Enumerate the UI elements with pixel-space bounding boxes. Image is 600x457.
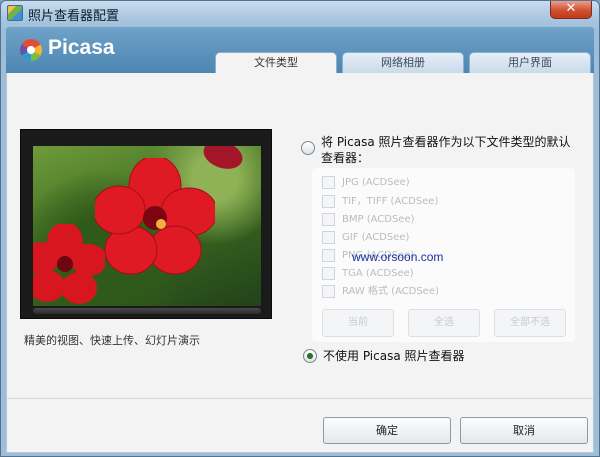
filetype-label: BMP (ACDSee) [342,214,415,225]
cancel-button[interactable]: 取消 [460,417,588,444]
tab-user-interface[interactable]: 用户界面 [469,52,591,73]
use-picasa-label: 将 Picasa 照片查看器作为以下文件类型的默认查看器： [321,135,571,165]
ok-button[interactable]: 确定 [323,417,451,444]
filetype-label: JPG (ACDSee) [342,177,410,188]
filetype-checkbox[interactable] [322,213,335,226]
select-all-button[interactable]: 全选 [408,309,480,337]
watermark-text: www.orsoon.com [352,250,444,264]
use-picasa-radio[interactable] [301,141,315,155]
window-title: 照片查看器配置 [28,9,120,24]
no-picasa-radio[interactable] [303,349,317,363]
filetype-checkbox[interactable] [322,285,335,298]
select-none-button[interactable]: 全部不选 [494,309,566,337]
filetype-label: TGA (ACDSee) [342,268,414,279]
brand-name: Picasa [48,36,115,59]
filetype-checkbox[interactable] [322,267,335,280]
preview-photo-flower [33,146,261,306]
filetype-checkbox[interactable] [322,176,335,189]
tab-label: 文件类型 [254,56,298,69]
filetype-checkbox[interactable] [322,249,335,262]
dialog-window: 照片查看器配置 ✕ Picasa 文件类型 网络相册 用户界面 精美的视图、快速… [0,0,600,457]
hibiscus-flower-graphic [95,158,215,275]
preview-image-frame [20,129,272,319]
no-picasa-label: 不使用 Picasa 照片查看器 [323,349,465,363]
title-bar[interactable]: 照片查看器配置 ✕ [1,1,599,25]
hibiscus-flower-graphic-small [33,224,105,304]
filetype-checkbox[interactable] [322,195,335,208]
filetype-label: GIF (ACDSee) [342,232,410,243]
tab-file-types[interactable]: 文件类型 [215,52,337,74]
picasa-logo-icon [20,39,42,61]
filetype-label: RAW 格式 (ACDSee) [342,286,439,297]
picasa-app-icon [7,5,23,21]
preview-scrub-bar [33,308,261,314]
close-icon: ✕ [565,1,577,16]
filetype-label: TIF，TIFF (ACDSee) [342,196,439,207]
current-button[interactable]: 当前 [322,309,394,337]
close-button[interactable]: ✕ [550,1,592,19]
tab-web-albums[interactable]: 网络相册 [342,52,464,73]
filetype-checkbox[interactable] [322,231,335,244]
footer-divider [7,398,593,399]
tab-label: 用户界面 [508,56,552,69]
tab-content-file-types: 精美的视图、快速上传、幻灯片演示 将 Picasa 照片查看器作为以下文件类型的… [6,73,594,453]
tab-label: 网络相册 [381,56,425,69]
preview-caption: 精美的视图、快速上传、幻灯片演示 [24,334,200,347]
